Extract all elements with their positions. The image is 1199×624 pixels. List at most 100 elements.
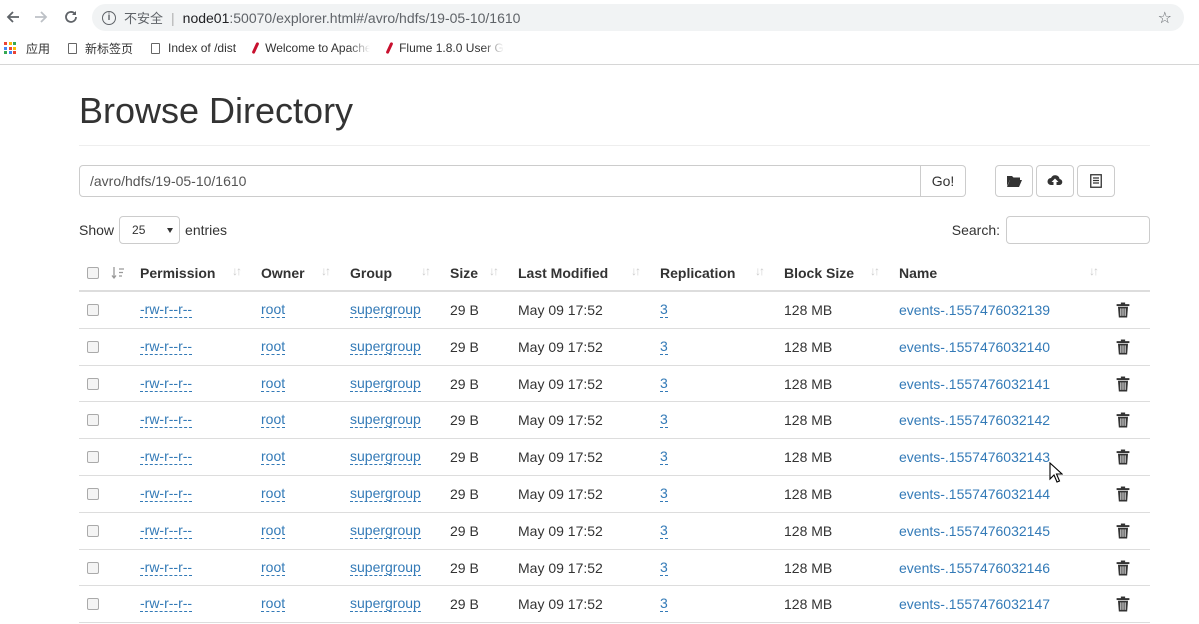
- sort-icon[interactable]: ↓↑: [489, 264, 499, 278]
- sort-icon[interactable]: ↓↑: [631, 264, 641, 278]
- replication-cell-text[interactable]: 3: [660, 559, 668, 576]
- sort-default-icon[interactable]: [111, 256, 125, 290]
- owner-cell-text[interactable]: root: [261, 302, 286, 318]
- owner-cell-text[interactable]: root: [261, 412, 286, 429]
- reload-button[interactable]: [60, 6, 82, 28]
- file-name-link-text[interactable]: events-.1557476032139: [899, 302, 1050, 318]
- sort-icon[interactable]: ↓↑: [232, 264, 242, 278]
- bookmark-index-dist[interactable]: Index of /dist: [151, 41, 236, 55]
- column-permission[interactable]: Permission: [140, 256, 215, 290]
- replication-cell-text[interactable]: 3: [660, 338, 668, 355]
- sort-icon[interactable]: ↓↑: [755, 264, 765, 278]
- sort-icon[interactable]: ↓↑: [321, 264, 331, 278]
- row-checkbox[interactable]: [87, 366, 99, 402]
- row-checkbox[interactable]: [87, 550, 99, 586]
- delete-button[interactable]: [1116, 586, 1130, 622]
- replication-cell-text[interactable]: 3: [660, 522, 668, 539]
- owner-cell-text[interactable]: root: [261, 485, 286, 502]
- permission-cell-text[interactable]: -rw-r--r--: [140, 449, 193, 466]
- entries-select[interactable]: 25: [119, 216, 181, 244]
- replication-cell-text[interactable]: 3: [660, 485, 668, 502]
- permission-cell-text[interactable]: -rw-r--r--: [140, 338, 193, 355]
- owner-cell-text[interactable]: root: [261, 338, 286, 355]
- delete-button[interactable]: [1116, 292, 1130, 328]
- group-cell-text[interactable]: supergroup: [350, 449, 421, 466]
- owner-cell-text[interactable]: root: [261, 596, 286, 613]
- row-checkbox[interactable]: [87, 439, 99, 475]
- group-cell-text[interactable]: supergroup: [350, 412, 421, 429]
- permission-cell-text[interactable]: -rw-r--r--: [140, 559, 193, 576]
- search-input[interactable]: [1006, 216, 1150, 244]
- delete-button[interactable]: [1116, 402, 1130, 438]
- column-name[interactable]: Name: [899, 256, 937, 290]
- group-cell-text[interactable]: supergroup: [350, 375, 421, 392]
- file-name-link-text[interactable]: events-.1557476032141: [899, 376, 1050, 392]
- file-name-link-text[interactable]: events-.1557476032146: [899, 560, 1050, 576]
- replication-cell-text[interactable]: 3: [660, 375, 668, 392]
- create-directory-button[interactable]: [995, 165, 1033, 197]
- group-cell-text[interactable]: supergroup: [350, 338, 421, 355]
- bookmark-flume-guide[interactable]: Flume 1.8.0 User Gu: [385, 41, 504, 55]
- file-name-link-text[interactable]: events-.1557476032140: [899, 339, 1050, 355]
- file-name-link-text[interactable]: events-.1557476032144: [899, 486, 1050, 502]
- replication-cell-text[interactable]: 3: [660, 412, 668, 429]
- delete-button[interactable]: [1116, 366, 1130, 402]
- directory-path-input[interactable]: [79, 165, 921, 197]
- select-all-checkbox[interactable]: [87, 256, 99, 290]
- bookmark-new-tab[interactable]: 新标签页: [68, 40, 133, 57]
- sort-icon[interactable]: ↓↑: [1089, 264, 1099, 278]
- column-last-modified[interactable]: Last Modified: [518, 256, 608, 290]
- group-cell-text[interactable]: supergroup: [350, 302, 421, 318]
- group-cell-text[interactable]: supergroup: [350, 559, 421, 576]
- upload-button[interactable]: [1036, 165, 1074, 197]
- cut-paste-button[interactable]: [1077, 165, 1115, 197]
- sort-icon[interactable]: ↓↑: [870, 264, 880, 278]
- bookmark-apps[interactable]: 应用: [0, 40, 50, 57]
- column-replication[interactable]: Replication: [660, 256, 735, 290]
- column-owner[interactable]: Owner: [261, 256, 305, 290]
- delete-button[interactable]: [1116, 329, 1130, 365]
- permission-cell-text[interactable]: -rw-r--r--: [140, 412, 193, 429]
- row-checkbox[interactable]: [87, 586, 99, 622]
- group-cell-text[interactable]: supergroup: [350, 596, 421, 613]
- bookmark-welcome-apache[interactable]: Welcome to Apache: [251, 41, 370, 55]
- row-checkbox[interactable]: [87, 402, 99, 438]
- delete-button[interactable]: [1116, 439, 1130, 475]
- permission-cell-text[interactable]: -rw-r--r--: [140, 522, 193, 539]
- column-size[interactable]: Size: [450, 256, 478, 290]
- owner-cell-text[interactable]: root: [261, 375, 286, 392]
- replication-cell-text[interactable]: 3: [660, 302, 668, 318]
- row-checkbox[interactable]: [87, 329, 99, 365]
- file-name-link-text[interactable]: events-.1557476032147: [899, 596, 1050, 612]
- group-cell-text[interactable]: supergroup: [350, 485, 421, 502]
- column-group[interactable]: Group: [350, 256, 392, 290]
- row-checkbox[interactable]: [87, 292, 99, 328]
- size-cell: 29 B: [450, 476, 479, 512]
- file-name-link-text[interactable]: events-.1557476032142: [899, 412, 1050, 428]
- row-checkbox[interactable]: [87, 476, 99, 512]
- permission-cell-text[interactable]: -rw-r--r--: [140, 596, 193, 613]
- row-checkbox[interactable]: [87, 513, 99, 549]
- sort-icon[interactable]: ↓↑: [421, 264, 431, 278]
- address-bar[interactable]: i 不安全 | node01:50070/explorer.html#/avro…: [92, 4, 1184, 31]
- permission-cell-text[interactable]: -rw-r--r--: [140, 375, 193, 392]
- file-name-link-text[interactable]: events-.1557476032143: [899, 449, 1050, 465]
- group-cell-text[interactable]: supergroup: [350, 522, 421, 539]
- permission-cell-text[interactable]: -rw-r--r--: [140, 302, 193, 318]
- forward-button[interactable]: [30, 6, 52, 28]
- delete-button[interactable]: [1116, 513, 1130, 549]
- file-name-link-text[interactable]: events-.1557476032145: [899, 523, 1050, 539]
- replication-cell-text[interactable]: 3: [660, 449, 668, 466]
- delete-button[interactable]: [1116, 476, 1130, 512]
- bookmark-star-icon[interactable]: ☆: [1158, 8, 1172, 28]
- go-button[interactable]: Go!: [921, 165, 966, 197]
- trash-icon: [1116, 449, 1130, 465]
- owner-cell-text[interactable]: root: [261, 449, 286, 466]
- column-block-size[interactable]: Block Size: [784, 256, 854, 290]
- delete-button[interactable]: [1116, 550, 1130, 586]
- replication-cell-text[interactable]: 3: [660, 596, 668, 613]
- owner-cell-text[interactable]: root: [261, 559, 286, 576]
- permission-cell-text[interactable]: -rw-r--r--: [140, 485, 193, 502]
- owner-cell-text[interactable]: root: [261, 522, 286, 539]
- back-button[interactable]: [2, 6, 24, 28]
